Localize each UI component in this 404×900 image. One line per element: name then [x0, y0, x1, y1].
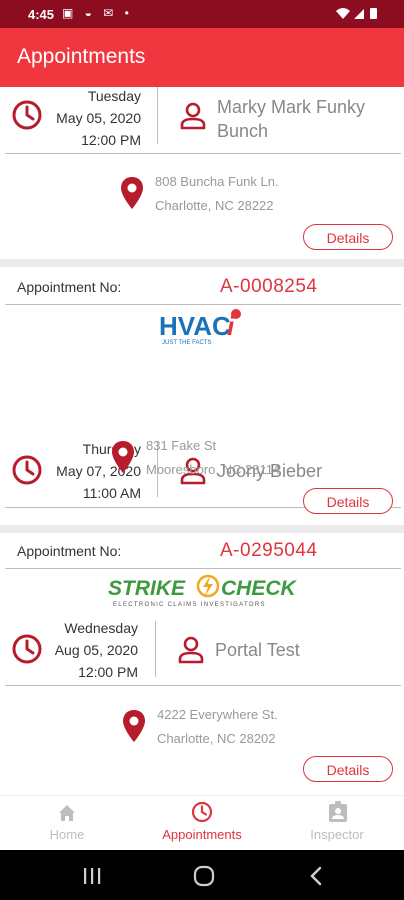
page-title: Appointments [17, 45, 146, 68]
address-line-2: Charlotte, NC 28222 [155, 198, 274, 213]
svg-text:ELECTRONIC CLAIMS INVESTIGATOR: ELECTRONIC CLAIMS INVESTIGATORS [113, 602, 266, 608]
recent-apps-icon[interactable] [82, 867, 102, 885]
nav-home[interactable]: Home [0, 796, 134, 851]
badge-icon [329, 801, 347, 822]
location-pin-icon [123, 710, 145, 742]
card-separator [0, 525, 404, 533]
clock-icon [12, 100, 42, 130]
nav-home-label: Home [49, 827, 85, 842]
app-bar: Appointments [0, 28, 404, 87]
svg-text:STRIKE: STRIKE [108, 577, 186, 600]
nav-appointments[interactable]: Appointments [135, 796, 269, 851]
appointment-day: Tuesday [87, 88, 141, 104]
home-circle-icon[interactable] [193, 865, 215, 887]
bottom-navigation: Home Appointments Inspector [0, 795, 404, 851]
details-button[interactable]: Details [303, 224, 393, 250]
hvac-logo: HVAC i JUST THE FACTS [159, 309, 241, 346]
appointment-day: Wednesday [64, 620, 138, 636]
appointment-datetime: Tuesday May 05, 2020 12:00 PM [40, 87, 141, 151]
location-pin-icon [121, 177, 143, 209]
appointment-address: 4222 Everywhere St. Charlotte, NC 28202 [157, 703, 278, 751]
svg-text:CHECK: CHECK [221, 577, 298, 600]
details-button[interactable]: Details [303, 488, 393, 514]
svg-text:HVAC: HVAC [159, 311, 231, 341]
system-navigation-bar [0, 850, 404, 900]
clock-icon [12, 455, 42, 485]
home-icon [59, 805, 75, 821]
nav-inspector-label: Inspector [310, 827, 364, 842]
address-line-2: Mooresboro, NC 28114 [146, 462, 281, 477]
appointment-time: 12:00 PM [81, 132, 141, 148]
appointment-date: May 05, 2020 [56, 110, 141, 126]
nav-appointments-label: Appointments [162, 827, 242, 842]
divider [155, 621, 156, 677]
appointment-date: Aug 05, 2020 [54, 642, 138, 658]
divider [5, 568, 401, 569]
status-bar: 4:45 ▣ ◒ ✉ • [0, 0, 404, 28]
appointment-time: 12:00 PM [78, 664, 138, 680]
customer-name: Marky Mark Funky Bunch [217, 97, 366, 141]
address-line-1: 831 Fake St [146, 438, 217, 453]
details-button[interactable]: Details [303, 756, 393, 782]
location-pin-icon [112, 441, 134, 473]
strikecheck-logo: STRIKE CHECK ELECTRONIC CLAIMS INVESTIGA… [108, 574, 298, 608]
divider [157, 87, 158, 144]
divider [5, 685, 401, 686]
appointment-address: 808 Buncha Funk Ln. Charlotte, NC 28222 [155, 170, 279, 218]
appointment-no-label: Appointment No: [17, 543, 122, 559]
address-line-2: Charlotte, NC 28202 [157, 731, 276, 746]
nav-inspector[interactable]: Inspector [270, 796, 404, 851]
appointment-card: Tuesday May 05, 2020 12:00 PM Marky Mark… [0, 87, 404, 257]
appointment-number: A-0008254 [220, 276, 318, 297]
appointment-address: 831 Fake St Mooresboro, NC 28114 [146, 434, 280, 482]
card-separator [0, 259, 404, 267]
address-line-1: 808 Buncha Funk Ln. [155, 174, 279, 189]
system-icons [334, 6, 382, 23]
appointment-no-label: Appointment No: [17, 279, 122, 295]
person-icon [178, 636, 204, 664]
clock-icon [191, 801, 213, 823]
customer-name: Portal Test [215, 640, 300, 660]
person-icon [180, 102, 206, 130]
status-time: 4:45 [28, 7, 55, 22]
divider [5, 153, 401, 154]
svg-text:JUST THE FACTS: JUST THE FACTS [162, 340, 211, 346]
appointment-datetime: Wednesday Aug 05, 2020 12:00 PM [37, 617, 138, 683]
back-icon[interactable] [309, 866, 323, 886]
divider [5, 304, 401, 305]
notification-icons: ▣ ◒ ✉ • [62, 6, 133, 20]
appointment-time: 11:00 AM [82, 485, 141, 501]
appointment-number: A-0295044 [220, 540, 318, 561]
address-line-1: 4222 Everywhere St. [157, 707, 278, 722]
